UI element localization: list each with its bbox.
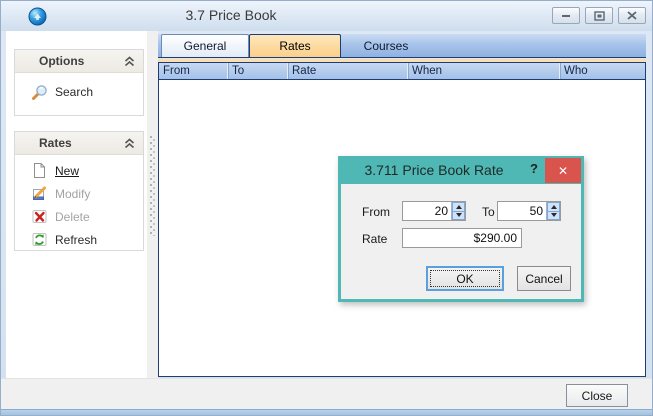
tab-label: General [184,39,227,53]
tab-label: Rates [279,39,310,53]
rates-panel-header[interactable]: Rates [15,132,143,155]
price-book-window: 3.7 Price Book Options [0,0,653,416]
refresh-icon [31,231,48,248]
rate-input[interactable] [402,228,522,248]
bottom-button-bar: Close [1,378,653,409]
delete-x-icon [31,208,48,225]
close-window-button[interactable] [618,7,646,24]
maximize-button[interactable] [585,7,613,24]
from-spin-buttons [451,202,465,220]
rates-panel: Rates New [14,131,144,251]
arrow-up-icon [551,205,557,209]
cancel-button[interactable]: Cancel [517,266,571,291]
spin-up-button[interactable] [547,202,560,211]
to-input[interactable] [498,202,546,220]
from-spinner [402,201,466,221]
collapse-chevron-icon[interactable] [124,138,135,149]
to-label: To [482,205,495,219]
sidebar-item-search[interactable]: Search [15,77,143,107]
dialog-close-button[interactable]: ✕ [545,158,581,183]
tab-strip: General Rates Courses [158,34,646,58]
to-spin-buttons [546,202,560,220]
new-document-icon [31,162,48,179]
column-header-from[interactable]: From [159,63,227,79]
dialog-title: 3.711 Price Book Rate [340,162,528,178]
sidebar-splitter[interactable] [147,31,158,378]
sidebar-item-refresh[interactable]: Refresh [15,228,143,251]
tab-general[interactable]: General [161,34,249,57]
sidebar-item-modify[interactable]: Modify [15,182,143,205]
column-header-who[interactable]: Who [559,63,645,79]
sidebar-item-delete[interactable]: Delete [15,205,143,228]
rate-label: Rate [362,232,387,246]
from-input[interactable] [403,202,451,220]
sidebar-item-label: Search [55,85,93,99]
collapse-chevron-icon[interactable] [124,56,135,67]
tab-label: Courses [364,39,409,53]
close-icon: ✕ [558,164,568,178]
rates-panel-title: Rates [39,136,124,150]
tab-rates[interactable]: Rates [249,34,341,57]
spin-up-button[interactable] [452,202,465,211]
options-panel-header[interactable]: Options [15,50,143,73]
window-bottom-edge [1,409,653,416]
search-icon [31,84,48,101]
sidebar-item-label: New [55,164,79,178]
minimize-button[interactable] [552,7,580,24]
sidebar-item-new[interactable]: New [15,159,143,182]
tab-courses[interactable]: Courses [341,34,431,57]
window-title: 3.7 Price Book [41,7,421,23]
column-header-rate[interactable]: Rate [287,63,407,79]
price-book-rate-dialog: 3.711 Price Book Rate ? ✕ From To Rate O… [338,156,584,302]
sidebar-item-label: Modify [55,187,90,201]
sidebar: Options Search Rates [6,31,147,378]
options-panel-body: Search [15,73,143,109]
arrow-up-icon [456,205,462,209]
help-button[interactable]: ? [526,161,542,176]
to-spinner [497,201,561,221]
options-panel: Options Search [14,49,144,116]
maximize-icon [594,11,605,21]
edit-pencil-icon [31,185,48,202]
arrow-down-icon [551,213,557,217]
spin-down-button[interactable] [452,211,465,221]
window-titlebar[interactable]: 3.7 Price Book [1,1,653,31]
sidebar-item-label: Delete [55,210,90,224]
rates-grid-header: From To Rate When Who [158,62,646,80]
ok-button[interactable]: OK [426,266,504,291]
close-icon [627,11,637,20]
dialog-titlebar[interactable]: 3.711 Price Book Rate ? ✕ [340,158,582,184]
minimize-icon [561,11,571,20]
column-header-when[interactable]: When [407,63,559,79]
splitter-grip-icon [150,136,155,236]
from-label: From [362,205,390,219]
column-header-to[interactable]: To [227,63,287,79]
arrow-down-icon [456,213,462,217]
close-button[interactable]: Close [566,384,628,407]
sidebar-item-label: Refresh [55,233,97,247]
spin-down-button[interactable] [547,211,560,221]
rates-panel-body: New Modify Delete [15,155,143,253]
options-panel-title: Options [39,54,124,68]
